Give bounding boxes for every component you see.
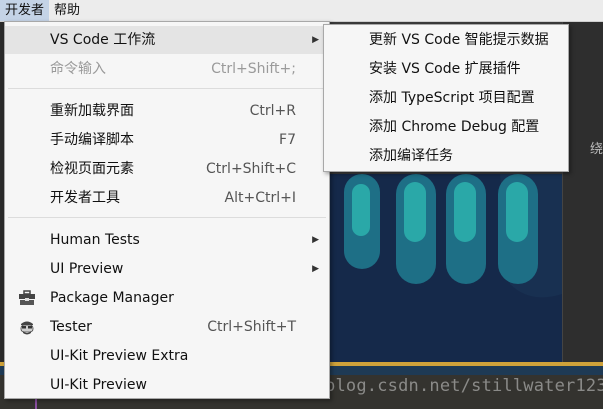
- submenu-item-install-extension[interactable]: 安装 VS Code 扩展插件: [324, 55, 568, 84]
- menu-item-label: Human Tests: [50, 232, 140, 248]
- submenu-arrow-icon: ▶: [312, 35, 319, 45]
- submenu-arrow-icon: ▶: [312, 235, 319, 245]
- menu-item-package-manager[interactable]: Package Manager: [5, 284, 329, 312]
- submenu-item-add-chrome-debug[interactable]: 添加 Chrome Debug 配置: [324, 113, 568, 142]
- menu-item-label: 命令输入: [50, 61, 106, 77]
- menu-item-command-input[interactable]: 命令输入 Ctrl+Shift+;: [5, 55, 329, 83]
- menu-item-label: UI-Kit Preview Extra: [50, 348, 189, 364]
- menu-item-label: VS Code 工作流: [50, 32, 156, 48]
- menu-item-inspect-element[interactable]: 检视页面元素 Ctrl+Shift+C: [5, 155, 329, 183]
- game-preview: [330, 174, 562, 364]
- menu-item-label: 添加编译任务: [369, 148, 453, 164]
- submenu-item-add-typescript-config[interactable]: 添加 TypeScript 项目配置: [324, 84, 568, 113]
- toolbox-icon: [19, 290, 35, 305]
- preview-artwork: [330, 174, 562, 364]
- menu-separator: [8, 88, 326, 89]
- vscode-workflow-submenu: 更新 VS Code 智能提示数据 安装 VS Code 扩展插件 添加 Typ…: [323, 24, 569, 172]
- menu-help[interactable]: 帮助: [49, 0, 85, 21]
- menu-developer[interactable]: 开发者: [0, 0, 50, 21]
- menu-item-shortcut: Ctrl+Shift+T: [207, 319, 296, 335]
- menu-item-tester[interactable]: Tester Ctrl+Shift+T: [5, 313, 329, 341]
- menu-item-shortcut: Ctrl+Shift+;: [211, 61, 296, 77]
- menu-item-label: UI-Kit Preview: [50, 377, 147, 393]
- menu-item-ui-preview[interactable]: UI Preview ▶: [5, 255, 329, 283]
- menu-item-shortcut: Ctrl+Shift+C: [206, 161, 296, 177]
- menu-item-label: UI Preview: [50, 261, 124, 277]
- menu-item-reload-ui[interactable]: 重新加载界面 Ctrl+R: [5, 97, 329, 125]
- menu-separator: [8, 217, 326, 218]
- menu-item-label: Tester: [50, 319, 92, 335]
- menu-item-label: 安装 VS Code 扩展插件: [369, 61, 521, 77]
- menu-item-label: 检视页面元素: [50, 161, 134, 177]
- menu-item-uikit-preview[interactable]: UI-Kit Preview: [5, 371, 329, 399]
- menu-item-shortcut: F7: [279, 132, 296, 148]
- menu-item-label: 更新 VS Code 智能提示数据: [369, 32, 549, 48]
- menu-item-human-tests[interactable]: Human Tests ▶: [5, 226, 329, 254]
- menu-item-shortcut: Ctrl+R: [249, 103, 296, 119]
- submenu-item-add-build-task[interactable]: 添加编译任务: [324, 142, 568, 171]
- submenu-item-update-intellisense[interactable]: 更新 VS Code 智能提示数据: [324, 26, 568, 55]
- menu-item-label: 开发者工具: [50, 190, 120, 206]
- menu-item-label: 重新加载界面: [50, 103, 134, 119]
- menu-item-compile-scripts[interactable]: 手动编译脚本 F7: [5, 126, 329, 154]
- tester-avatar-icon: [20, 321, 34, 335]
- menu-item-label: Package Manager: [50, 290, 174, 306]
- menu-item-label: 添加 Chrome Debug 配置: [369, 119, 540, 135]
- menu-item-devtools[interactable]: 开发者工具 Alt+Ctrl+I: [5, 184, 329, 212]
- menu-item-vscode-workflow[interactable]: VS Code 工作流 ▶: [5, 26, 329, 54]
- menu-item-uikit-preview-extra[interactable]: UI-Kit Preview Extra: [5, 342, 329, 370]
- menubar: 开发者 帮助: [0, 0, 603, 22]
- developer-menu: VS Code 工作流 ▶ 命令输入 Ctrl+Shift+; 重新加载界面 C…: [4, 21, 330, 399]
- submenu-arrow-icon: ▶: [312, 264, 319, 274]
- menu-item-label: 添加 TypeScript 项目配置: [369, 90, 535, 106]
- menu-item-shortcut: Alt+Ctrl+I: [224, 190, 296, 206]
- right-panel-tab[interactable]: 绕: [590, 138, 603, 157]
- menu-item-label: 手动编译脚本: [50, 132, 134, 148]
